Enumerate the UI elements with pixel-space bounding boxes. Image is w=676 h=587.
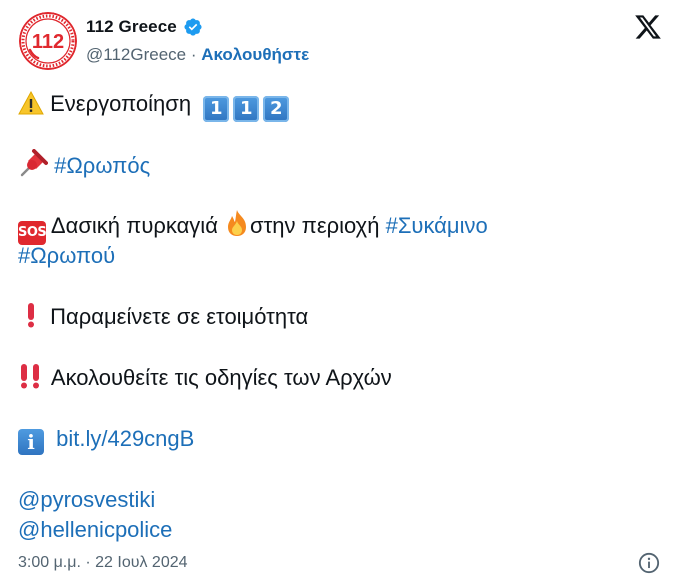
information-icon: i [18,429,44,455]
handle-row: @112Greece · Ακολουθήστε [86,45,309,65]
verified-badge-icon [184,18,202,36]
tweet-line-standby: Παραμείνετε σε ετοιμότητα [18,301,308,332]
info-icon[interactable] [638,552,660,574]
avatar[interactable]: 112 [19,12,77,70]
x-logo-icon[interactable] [634,14,662,40]
fire-text-a: Δασική πυρκαγιά [50,213,225,238]
keycap-1-icon: 1 [233,96,260,122]
keycap-1-icon: 1 [203,96,230,122]
fire-icon [228,210,247,236]
standby-text: Παραμείνετε σε ετοιμότητα [50,304,309,329]
fire-text-b: στην περιοχή [250,213,386,238]
instructions-text: Ακολουθείτε τις οδηγίες των Αρχών [50,365,392,390]
display-name[interactable]: 112 Greece [86,17,177,37]
hashtag-oropou[interactable]: #Ωρωπού [18,243,115,268]
tweet-line-activation: Ενεργοποίηση 112 [18,88,293,122]
warning-icon [18,91,44,115]
tweet-line-instructions: Ακολουθείτε τις οδηγίες των Αρχών [18,362,392,393]
tweet-line-link: i bit.ly/429cngB [18,423,194,455]
activation-text: Ενεργοποίηση [50,91,192,116]
handle[interactable]: @112Greece [86,45,186,64]
short-link[interactable]: bit.ly/429cngB [56,426,194,451]
mention-pyrosvestiki[interactable]: @pyrosvestiki [18,487,155,512]
handle-separator: · [186,45,202,64]
author-name-row: 112 Greece [86,17,203,37]
hashtag-sykamino[interactable]: #Συκάμινο [386,213,488,238]
double-exclamation-icon [21,364,39,389]
follow-link[interactable]: Ακολουθήστε [201,45,309,64]
tweet-line-oropou: #Ωρωπού [18,240,115,271]
tweet-line-mention-2: @hellenicpolice [18,514,172,545]
pushpin-icon [20,149,48,177]
tweet-line-location: #Ωρωπός [18,149,150,181]
keycap-2-icon: 2 [263,96,290,122]
hashtag-oropos[interactable]: #Ωρωπός [54,153,150,178]
tweet-card: 112 112 Greece @112Greece · Ακολουθήστε … [0,0,676,587]
exclamation-icon [28,303,34,328]
tweet-line-mention-1: @pyrosvestiki [18,484,155,515]
mention-hellenicpolice[interactable]: @hellenicpolice [18,517,172,542]
timestamp[interactable]: 3:00 μ.μ. · 22 Ιουλ 2024 [18,554,188,572]
avatar-text: 112 [32,31,64,53]
